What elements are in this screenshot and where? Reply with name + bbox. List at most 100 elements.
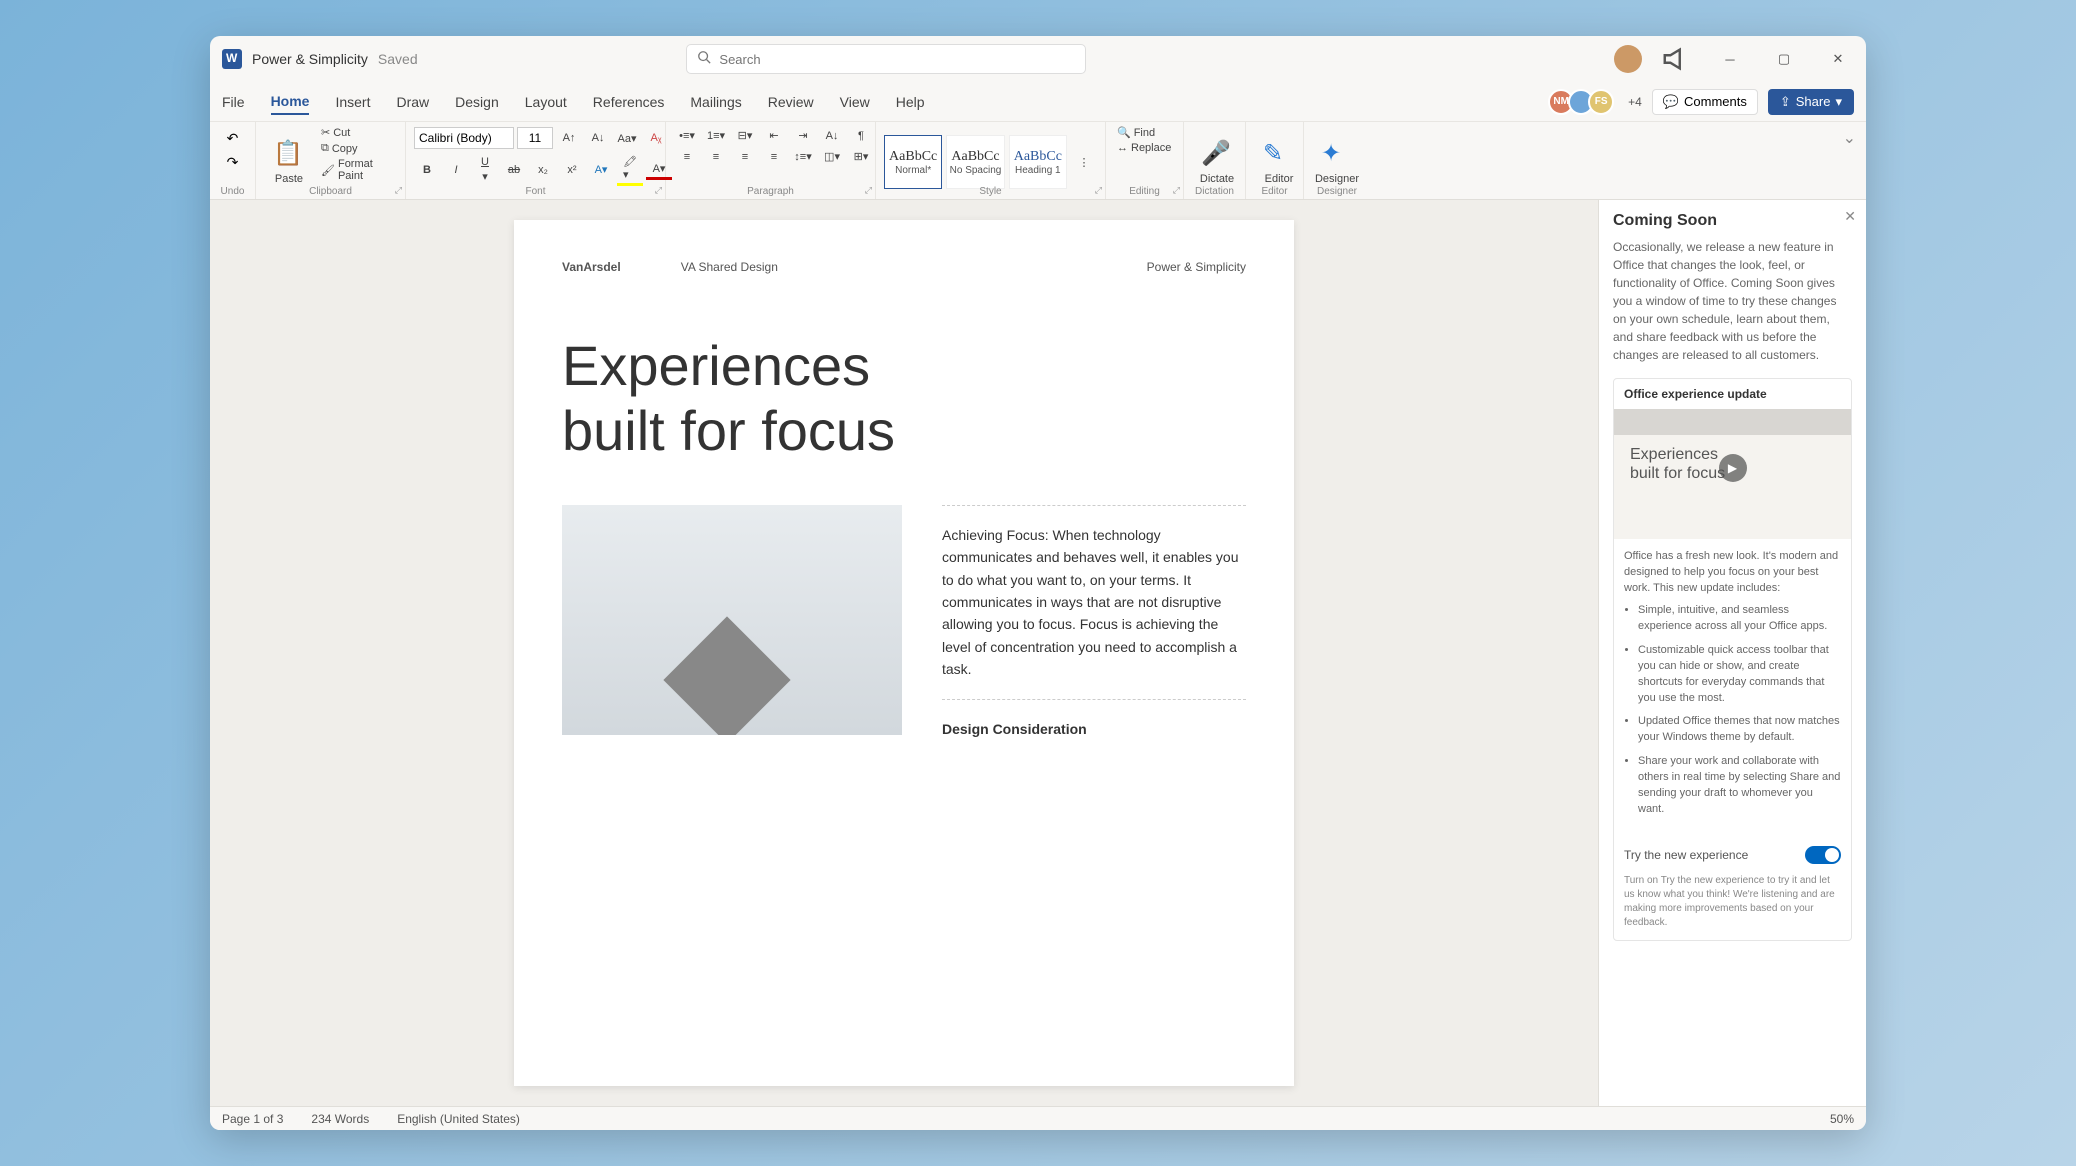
- collaborator-avatars[interactable]: NM FS: [1554, 89, 1614, 115]
- italic-button[interactable]: I: [443, 162, 469, 178]
- tab-review[interactable]: Review: [768, 90, 814, 114]
- status-page[interactable]: Page 1 of 3: [222, 1112, 283, 1126]
- find-button[interactable]: 🔍Find: [1114, 125, 1174, 140]
- align-center-button[interactable]: ≡: [703, 149, 729, 165]
- style-heading1[interactable]: AaBbCcHeading 1: [1009, 135, 1067, 189]
- coming-soon-pane: ✕ Coming Soon Occasionally, we release a…: [1598, 200, 1866, 1106]
- pane-preview[interactable]: Experiencesbuilt for focus ▶: [1614, 409, 1851, 539]
- share-button[interactable]: ⇪ Share ▾: [1768, 89, 1854, 115]
- tab-mailings[interactable]: Mailings: [690, 90, 741, 114]
- pane-bullet: Updated Office themes that now matches y…: [1638, 714, 1841, 746]
- sort-button[interactable]: A↓: [819, 128, 845, 144]
- tab-file[interactable]: File: [222, 90, 245, 114]
- page-header: VanArsdel VA Shared Design Power & Simpl…: [562, 260, 1246, 274]
- font-group-label: Font: [406, 186, 665, 197]
- font-launcher-icon[interactable]: ⤢: [655, 185, 662, 196]
- find-label: Find: [1134, 127, 1155, 139]
- borders-button[interactable]: ⊞▾: [848, 148, 874, 165]
- minimize-button[interactable]: ─: [1710, 44, 1750, 74]
- editor-label: Editor: [1265, 173, 1294, 185]
- header-section: VA Shared Design: [681, 260, 778, 274]
- document-paragraph: Achieving Focus: When technology communi…: [942, 505, 1246, 699]
- subscript-button[interactable]: x₂: [530, 162, 556, 178]
- underline-button[interactable]: U▾: [472, 154, 498, 185]
- play-icon[interactable]: ▶: [1719, 454, 1747, 482]
- style-normal[interactable]: AaBbCcNormal*: [884, 135, 942, 189]
- highlight-button[interactable]: 🖍▾: [617, 153, 643, 186]
- tab-home[interactable]: Home: [271, 89, 310, 115]
- undo-icon[interactable]: ↶: [224, 129, 242, 147]
- multilevel-button[interactable]: ⊟▾: [732, 127, 758, 144]
- replace-button[interactable]: ↔Replace: [1114, 141, 1174, 155]
- superscript-button[interactable]: x²: [559, 162, 585, 178]
- tab-references[interactable]: References: [593, 90, 665, 114]
- status-language[interactable]: English (United States): [397, 1112, 520, 1126]
- align-right-button[interactable]: ≡: [732, 149, 758, 165]
- document-image: [562, 505, 902, 735]
- status-zoom[interactable]: 50%: [1830, 1112, 1854, 1126]
- pane-card: Office experience update Experiencesbuil…: [1613, 378, 1852, 941]
- editor-icon: ✎: [1263, 139, 1295, 171]
- status-words[interactable]: 234 Words: [311, 1112, 369, 1126]
- style-preview: AaBbCc: [1014, 149, 1062, 165]
- justify-button[interactable]: ≡: [761, 149, 787, 165]
- search-box[interactable]: [686, 44, 1086, 74]
- shrink-font-button[interactable]: A↓: [585, 130, 611, 146]
- tab-layout[interactable]: Layout: [525, 90, 567, 114]
- text-effects-button[interactable]: A▾: [588, 161, 614, 178]
- styles-group-label: Style: [876, 186, 1105, 197]
- search-icon: [697, 50, 711, 69]
- style-no-spacing[interactable]: AaBbCcNo Spacing: [946, 135, 1004, 189]
- font-name-select[interactable]: [414, 127, 514, 149]
- paragraph-launcher-icon[interactable]: ⤢: [865, 185, 872, 196]
- search-input[interactable]: [719, 52, 1075, 67]
- tab-insert[interactable]: Insert: [335, 90, 370, 114]
- styles-launcher-icon[interactable]: ⤢: [1095, 185, 1102, 196]
- header-right: Power & Simplicity: [1147, 260, 1246, 274]
- maximize-button[interactable]: ▢: [1764, 44, 1804, 74]
- bold-button[interactable]: B: [414, 162, 440, 178]
- font-size-select[interactable]: [517, 127, 553, 149]
- align-left-button[interactable]: ≡: [674, 149, 700, 165]
- increase-indent-button[interactable]: ⇥: [790, 127, 816, 144]
- user-avatar[interactable]: [1614, 45, 1642, 73]
- editing-launcher-icon[interactable]: ⤢: [1173, 185, 1180, 196]
- clipboard-launcher-icon[interactable]: ⤢: [395, 185, 402, 196]
- pane-close-button[interactable]: ✕: [1844, 208, 1856, 225]
- document-page: VanArsdel VA Shared Design Power & Simpl…: [514, 220, 1294, 1086]
- decrease-indent-button[interactable]: ⇤: [761, 127, 787, 144]
- document-canvas[interactable]: VanArsdel VA Shared Design Power & Simpl…: [210, 200, 1598, 1106]
- word-app-icon: [222, 49, 242, 69]
- collaborator-count[interactable]: +4: [1628, 95, 1642, 109]
- ribbon: ↶ ↷ Undo 📋 Paste ✂Cut ⧉Copy 🖌Format Pain…: [210, 122, 1866, 200]
- header-brand: VanArsdel: [562, 260, 621, 274]
- copy-button[interactable]: ⧉Copy: [318, 141, 397, 156]
- try-experience-toggle[interactable]: [1805, 846, 1841, 864]
- collapse-ribbon-button[interactable]: ⌄: [1833, 122, 1866, 199]
- bullets-button[interactable]: •≡▾: [674, 127, 700, 144]
- line-spacing-button[interactable]: ↕≡▾: [790, 148, 816, 165]
- cut-label: Cut: [333, 127, 350, 139]
- cut-button[interactable]: ✂Cut: [318, 125, 397, 140]
- tab-help[interactable]: Help: [896, 90, 925, 114]
- shading-button[interactable]: ◫▾: [819, 148, 845, 165]
- styles-more-button[interactable]: ⋮: [1071, 154, 1097, 171]
- grow-font-button[interactable]: A↑: [556, 130, 582, 146]
- change-case-button[interactable]: Aa▾: [614, 130, 640, 147]
- tab-design[interactable]: Design: [455, 90, 499, 114]
- comments-button[interactable]: 💬 Comments: [1652, 89, 1758, 115]
- show-marks-button[interactable]: ¶: [848, 128, 874, 144]
- style-name: No Spacing: [950, 165, 1002, 176]
- share-icon: ⇪: [1780, 94, 1791, 110]
- megaphone-icon[interactable]: [1656, 44, 1696, 74]
- tab-draw[interactable]: Draw: [396, 90, 429, 114]
- document-subheading: Design Consideration: [942, 699, 1246, 740]
- app-window: Power & Simplicity Saved ─ ▢ ✕ File Home…: [210, 36, 1866, 1130]
- strike-button[interactable]: ab: [501, 162, 527, 178]
- tab-view[interactable]: View: [840, 90, 870, 114]
- close-button[interactable]: ✕: [1818, 44, 1858, 74]
- copy-icon: ⧉: [321, 142, 329, 155]
- numbering-button[interactable]: 1≡▾: [703, 127, 729, 144]
- format-painter-button[interactable]: 🖌Format Paint: [318, 157, 397, 183]
- redo-icon[interactable]: ↷: [224, 153, 242, 171]
